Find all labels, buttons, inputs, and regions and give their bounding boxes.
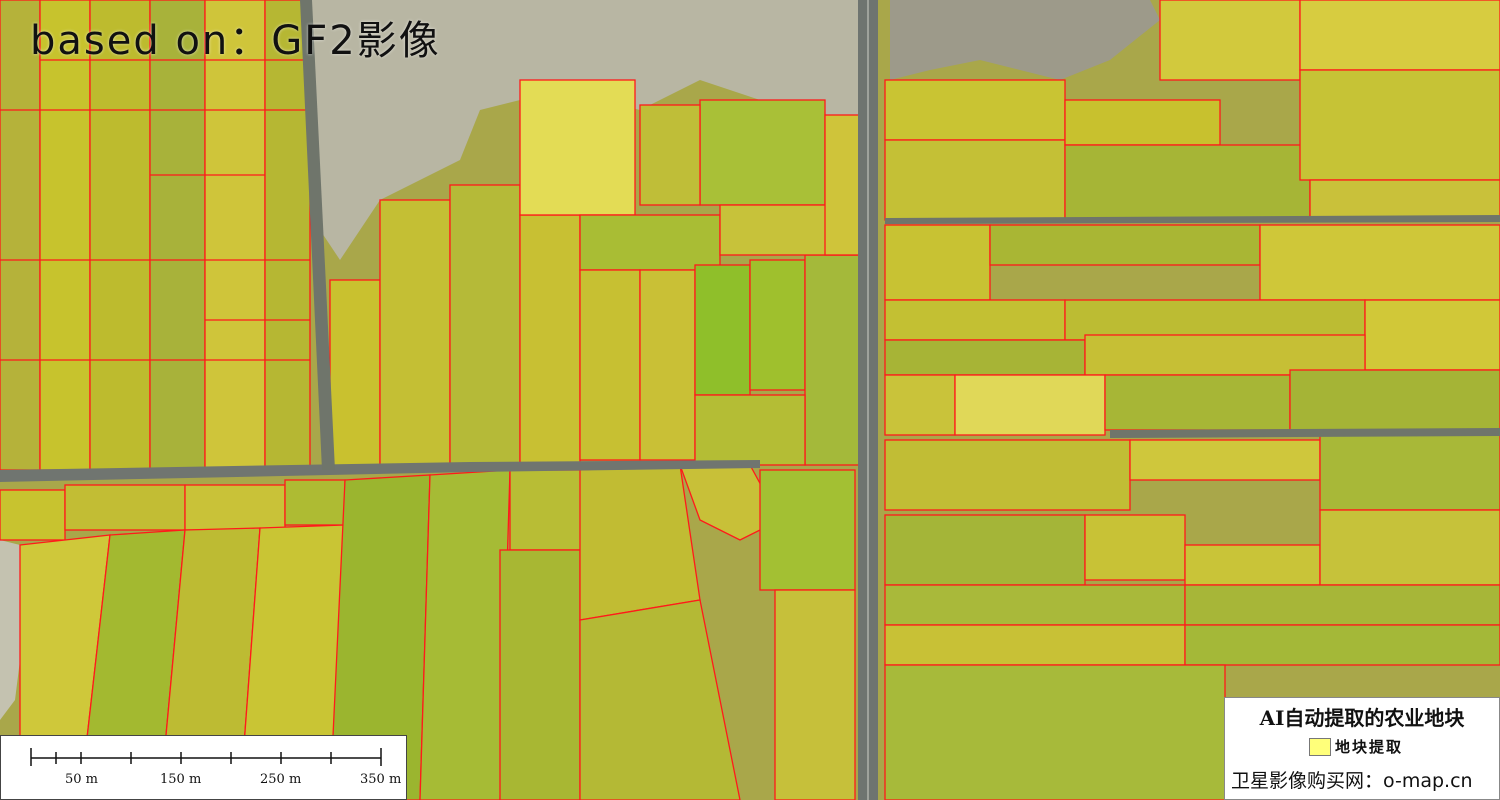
field-parcel: [1184, 624, 1500, 666]
legend-swatch: [1309, 738, 1331, 756]
field-parcel: [1299, 0, 1500, 71]
field-parcel: [1064, 299, 1366, 341]
field-parcel: [1259, 224, 1500, 301]
field-parcel: [884, 584, 1186, 626]
field-parcel: [884, 439, 1131, 511]
field-parcel: [1064, 99, 1221, 146]
field-parcel: [284, 479, 346, 526]
field-parcel: [64, 484, 186, 531]
field-parcel: [204, 0, 266, 471]
legend: AI自动提取的农业地块 地块提取 卫星影像购买网：o-map.cn: [1224, 697, 1500, 800]
field-parcel: [989, 224, 1261, 266]
field-parcel: [1289, 369, 1500, 431]
field-parcel: [579, 214, 721, 271]
field-parcel: [1159, 0, 1301, 81]
field-parcel: [579, 464, 701, 621]
field-parcel: [184, 484, 286, 531]
map-title: based on：GF2影像: [30, 18, 441, 64]
field-parcel: [1129, 439, 1321, 481]
field-parcel: [884, 79, 1066, 141]
field-parcel: [1184, 584, 1500, 626]
field-parcel: [149, 0, 206, 471]
field-parcel: [1084, 334, 1366, 376]
field-parcel: [774, 589, 856, 800]
field-parcel: [694, 394, 806, 466]
legend-item-label: 地块提取: [1335, 738, 1404, 756]
field-parcel: [759, 469, 856, 591]
field-parcel: [1084, 514, 1186, 581]
field-parcel: [884, 339, 1086, 376]
scale-label-50: 50 m: [65, 772, 99, 787]
field-parcel: [1364, 299, 1500, 371]
field-parcel: [1184, 544, 1321, 586]
satellite-image: [0, 0, 1500, 800]
scale-label-250: 250 m: [260, 772, 302, 787]
field-parcel: [884, 624, 1186, 666]
scale-label-350: 350 m: [360, 772, 402, 787]
field-parcel: [519, 214, 581, 471]
field-parcel: [264, 0, 311, 471]
field-parcel: [1309, 179, 1500, 221]
field-parcel: [419, 469, 511, 800]
field-parcel: [1299, 69, 1500, 181]
field-parcel: [0, 489, 66, 541]
field-parcel: [699, 99, 826, 206]
field-parcel: [884, 224, 991, 301]
field-parcel: [519, 79, 636, 216]
scale-label-150: 150 m: [160, 772, 202, 787]
field-parcel: [1319, 509, 1500, 586]
field-parcel: [639, 269, 696, 461]
field-parcel: [749, 259, 806, 391]
field-parcel: [1064, 144, 1311, 221]
legend-title: AI自动提取的农业地块: [1259, 706, 1465, 730]
field-parcel: [884, 374, 956, 436]
field-parcel: [39, 0, 91, 471]
field-parcel: [579, 269, 641, 461]
field-parcel: [0, 0, 41, 471]
field-parcel: [884, 139, 1066, 221]
field-parcel: [499, 549, 581, 800]
field-parcel: [1319, 434, 1500, 511]
scale-bar: 50 m 150 m 250 m 350 m: [0, 735, 407, 800]
field-parcel: [89, 0, 151, 471]
map-view[interactable]: based on：GF2影像 50 m 150 m 250 m 350 m AI…: [0, 0, 1500, 800]
field-parcel: [639, 104, 701, 206]
field-parcel: [379, 199, 451, 471]
field-parcel: [449, 184, 521, 471]
field-parcel: [804, 254, 861, 466]
field-parcel: [1104, 374, 1291, 431]
field-parcel: [884, 299, 1066, 341]
field-parcel: [884, 664, 1226, 800]
field-parcel: [329, 279, 381, 471]
field-parcel: [954, 374, 1106, 436]
field-parcel: [694, 264, 751, 396]
field-parcel: [884, 514, 1086, 586]
legend-source: 卫星影像购买网：o-map.cn: [1231, 770, 1473, 792]
